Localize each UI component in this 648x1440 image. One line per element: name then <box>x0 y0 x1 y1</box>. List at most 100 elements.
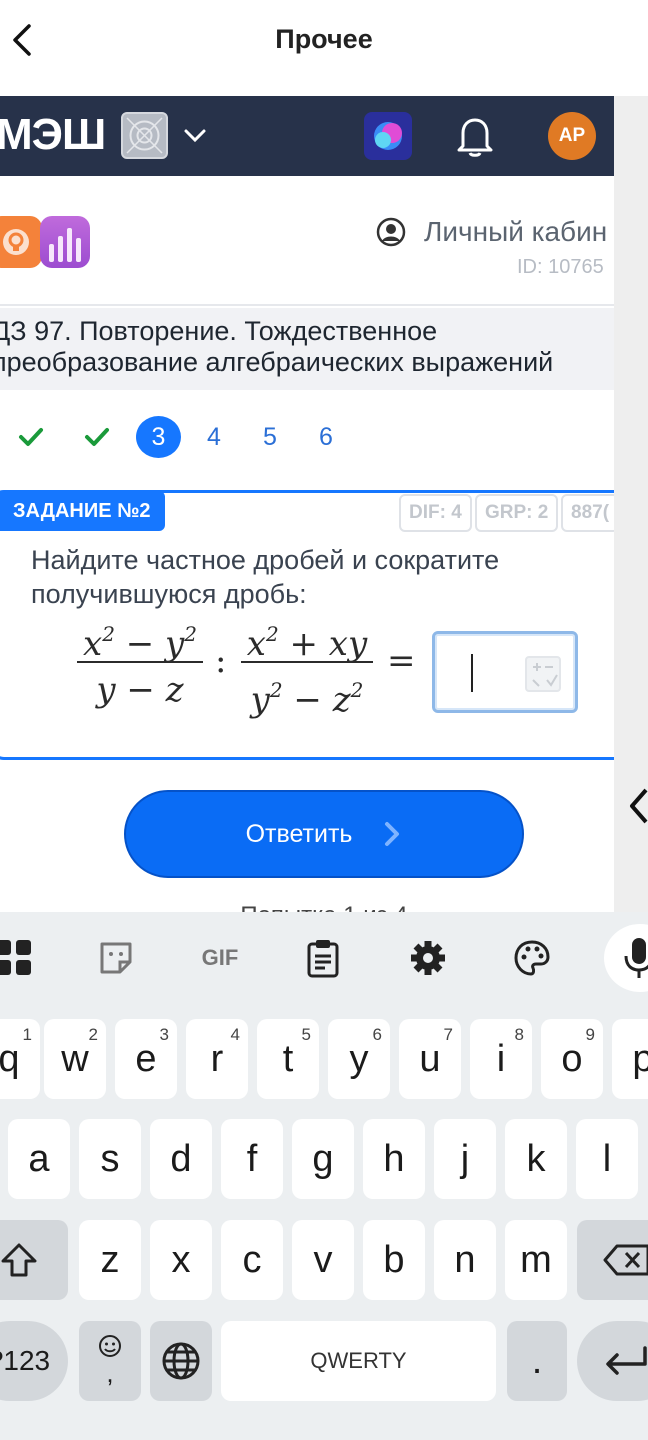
text-caret <box>471 654 473 692</box>
key-p[interactable]: p0 <box>612 1019 648 1099</box>
smiley-icon <box>99 1334 121 1357</box>
key-g[interactable]: g <box>292 1119 354 1199</box>
division-sign: : <box>215 641 227 681</box>
period-key[interactable]: . <box>507 1321 567 1401</box>
personal-cabinet-label: Личный кабин <box>424 216 608 247</box>
key-s[interactable]: s <box>79 1119 141 1199</box>
key-z[interactable]: z <box>79 1220 141 1300</box>
statistics-icon[interactable] <box>40 216 90 268</box>
gif-button[interactable]: GIF <box>196 934 244 982</box>
step-3-active[interactable]: 3 <box>136 416 181 458</box>
app-launcher-icon[interactable] <box>364 112 412 160</box>
key-r[interactable]: r4 <box>186 1019 248 1099</box>
app-bar: Прочее <box>0 0 648 84</box>
microphone-icon <box>624 938 648 978</box>
user-id: ID: 10765 <box>517 256 604 278</box>
key-q[interactable]: q1 <box>0 1019 40 1099</box>
key-label: o <box>561 1037 583 1080</box>
key-c[interactable]: c <box>221 1220 283 1300</box>
submit-answer-button[interactable]: Ответить <box>124 790 524 878</box>
difficulty-badge: DIF: 4 <box>399 494 472 532</box>
avatar[interactable]: АР <box>548 112 596 160</box>
fraction-1-denominator: y − z <box>96 670 184 710</box>
backspace-key[interactable] <box>577 1220 648 1300</box>
key-u[interactable]: u7 <box>399 1019 461 1099</box>
chevron-down-icon[interactable] <box>182 122 208 148</box>
check-icon <box>19 428 43 446</box>
achievement-icon[interactable] <box>0 216 42 268</box>
app-bar-title: Прочее <box>275 24 373 54</box>
sticker-icon[interactable] <box>92 934 140 982</box>
step-1-done[interactable] <box>8 416 54 458</box>
shift-key[interactable] <box>0 1220 68 1300</box>
step-6[interactable]: 6 <box>303 416 349 458</box>
step-5[interactable]: 5 <box>247 416 293 458</box>
step-2-done[interactable] <box>74 416 120 458</box>
key-k[interactable]: k <box>505 1119 567 1199</box>
key-number-hint: 6 <box>372 1025 382 1044</box>
key-y[interactable]: y6 <box>328 1019 390 1099</box>
space-key[interactable]: QWERTY <box>221 1321 496 1401</box>
key-d[interactable]: d <box>150 1119 212 1199</box>
on-screen-keyboard: GIF q1w2e3r4t5y6u7i8o9p0 asdfghjkl zxcvb… <box>0 912 648 1440</box>
key-l[interactable]: l <box>576 1119 638 1199</box>
key-i[interactable]: i8 <box>470 1019 532 1099</box>
key-n[interactable]: n <box>434 1220 496 1300</box>
key-number-hint: 8 <box>514 1025 524 1044</box>
bell-icon[interactable] <box>455 114 495 158</box>
emoji-comma-key[interactable]: , <box>79 1321 141 1401</box>
key-label: r <box>210 1037 224 1080</box>
key-number-hint: 3 <box>159 1025 169 1044</box>
key-number-hint: 7 <box>443 1025 453 1044</box>
equals-sign: = <box>387 641 416 681</box>
key-o[interactable]: o9 <box>541 1019 603 1099</box>
key-x[interactable]: x <box>150 1220 212 1300</box>
globe-icon <box>162 1342 200 1380</box>
task-stepper: 3 4 5 6 <box>0 416 614 458</box>
symbols-key[interactable]: ?123 <box>0 1321 68 1401</box>
settings-gear-icon[interactable] <box>404 934 452 982</box>
key-label: u <box>419 1037 441 1080</box>
enter-key[interactable] <box>577 1321 648 1401</box>
key-h[interactable]: h <box>363 1119 425 1199</box>
shift-icon <box>1 1243 37 1277</box>
task-card: ЗАДАНИЕ №2 DIF: 4 GRP: 2 887( Найдите ча… <box>0 490 614 760</box>
chevron-left-icon[interactable] <box>626 786 648 826</box>
key-v[interactable]: v <box>292 1220 354 1300</box>
personal-cabinet-link[interactable]: Личный кабин <box>376 216 607 248</box>
step-4[interactable]: 4 <box>191 416 237 458</box>
theme-palette-icon[interactable] <box>508 934 556 982</box>
fraction-1-numerator: x2 − y2 <box>83 622 197 664</box>
key-label: y <box>349 1037 369 1080</box>
answer-input[interactable] <box>432 631 578 713</box>
project-switcher-icon[interactable] <box>121 112 168 159</box>
formula-editor-icon[interactable] <box>525 656 561 692</box>
task-number-tag: ЗАДАНИЕ №2 <box>0 491 165 531</box>
key-b[interactable]: b <box>363 1220 425 1300</box>
language-key[interactable] <box>150 1321 212 1401</box>
key-a[interactable]: a <box>8 1119 70 1199</box>
key-number-hint: 5 <box>301 1025 311 1044</box>
apps-grid-icon[interactable] <box>0 934 38 982</box>
key-label: e <box>135 1037 157 1080</box>
microphone-button[interactable] <box>604 924 648 992</box>
check-icon <box>85 428 109 446</box>
web-content: МЭШ АР Личный кабин ID: 10765 ДЗ 97. Пов… <box>0 96 614 916</box>
group-badge: GRP: 2 <box>475 494 559 532</box>
task-text: Найдите частное дробей и сократите получ… <box>31 545 500 609</box>
key-e[interactable]: e3 <box>115 1019 177 1099</box>
backspace-icon <box>603 1244 648 1276</box>
mesh-header: МЭШ АР <box>0 96 614 176</box>
clipboard-icon[interactable] <box>299 934 347 982</box>
key-m[interactable]: m <box>505 1220 567 1300</box>
fraction-2-denominator: y2 − z2 <box>250 678 364 720</box>
key-number-hint: 2 <box>88 1025 98 1044</box>
key-f[interactable]: f <box>221 1119 283 1199</box>
comma-label: , <box>106 1357 114 1388</box>
mesh-logo[interactable]: МЭШ <box>0 110 106 160</box>
key-w[interactable]: w2 <box>44 1019 106 1099</box>
key-number-hint: 9 <box>585 1025 595 1044</box>
key-t[interactable]: t5 <box>257 1019 319 1099</box>
key-j[interactable]: j <box>434 1119 496 1199</box>
fraction-1: x2 − y2 y − z <box>77 611 203 713</box>
